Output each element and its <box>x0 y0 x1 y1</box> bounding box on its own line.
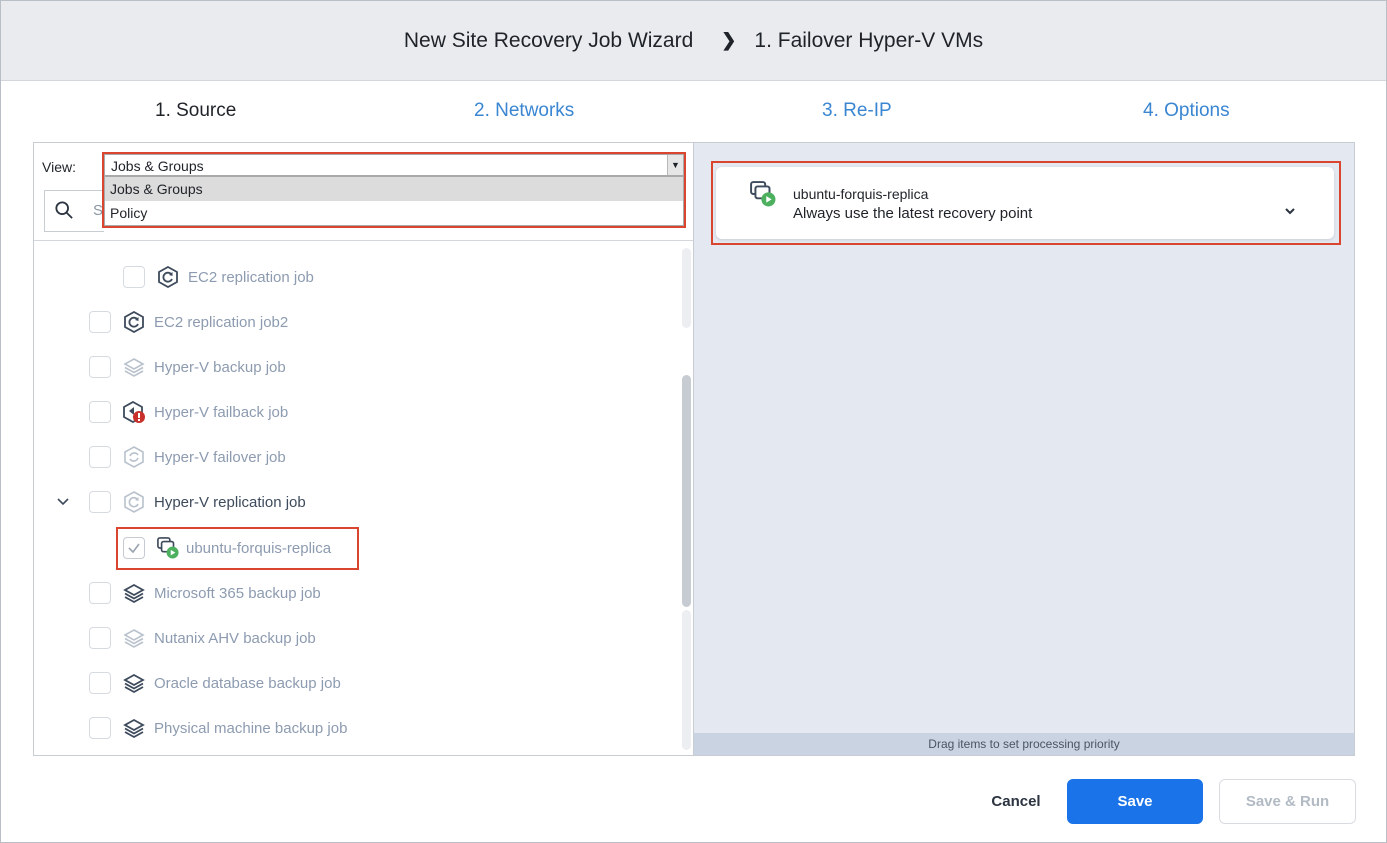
failover-job-icon <box>124 446 144 468</box>
backup-job-icon <box>123 583 145 604</box>
wizard-steps: 1. Source 2. Networks 3. Re-IP 4. Option… <box>0 90 1387 134</box>
tree-row[interactable]: Hyper-V failover job <box>89 435 286 479</box>
drag-hint: Drag items to set processing priority <box>694 733 1354 755</box>
failback-job-error-icon <box>123 401 145 423</box>
checkbox[interactable] <box>89 401 111 423</box>
tree-row[interactable]: Physical machine backup job <box>89 706 347 750</box>
backup-job-icon <box>123 358 145 377</box>
tree-row[interactable]: Oracle database backup job <box>89 661 341 705</box>
tree-row-label: Physical machine backup job <box>154 719 348 737</box>
step-source[interactable]: 1. Source <box>155 100 236 122</box>
chevron-down-icon[interactable]: ▼ <box>667 155 683 175</box>
step-options[interactable]: 4. Options <box>1143 100 1230 122</box>
breadcrumb-separator: ❯ <box>721 30 737 50</box>
view-select-value: Jobs & Groups <box>111 158 204 174</box>
search-input[interactable]: S <box>44 190 104 232</box>
cancel-button[interactable]: Cancel <box>970 779 1062 824</box>
checkbox[interactable] <box>123 266 145 288</box>
save-and-run-button[interactable]: Save & Run <box>1219 779 1356 824</box>
tree-row-label: Microsoft 365 backup job <box>154 584 321 602</box>
step-networks[interactable]: 2. Networks <box>474 100 574 122</box>
scrollbar-track <box>682 610 691 750</box>
tree-row-label: Hyper-V failover job <box>154 448 286 466</box>
replication-job-icon <box>124 311 144 333</box>
checkbox[interactable] <box>89 717 111 739</box>
backup-job-icon <box>123 629 145 648</box>
backup-job-icon <box>123 718 145 739</box>
save-button[interactable]: Save <box>1067 779 1203 824</box>
tree-row[interactable]: Hyper-V failback job <box>89 390 288 434</box>
tree-row-selected-vm[interactable]: ubuntu-forquis-replica <box>123 526 331 570</box>
scrollbar-track <box>682 248 691 328</box>
checkbox[interactable] <box>89 311 111 333</box>
view-options-list: Jobs & Groups Policy <box>104 176 684 226</box>
wizard-header: New Site Recovery Job Wizard ❯ 1. Failov… <box>1 1 1386 81</box>
job-tree: EC2 replication job EC2 replication job2… <box>34 241 679 755</box>
checkbox[interactable] <box>89 582 111 604</box>
selected-vm-name: ubuntu-forquis-replica <box>793 186 929 202</box>
checkbox[interactable] <box>89 446 111 468</box>
checkbox[interactable] <box>89 491 111 513</box>
wizard-title: New Site Recovery Job Wizard <box>403 28 694 52</box>
recovery-point-setting: Always use the latest recovery point <box>793 205 1033 222</box>
view-select[interactable]: Jobs & Groups ▼ <box>104 154 684 176</box>
tree-row[interactable]: EC2 replication job <box>123 255 314 299</box>
tree-row-label: Hyper-V replication job <box>154 493 306 511</box>
vm-replica-running-icon <box>157 537 179 559</box>
checkbox-checked[interactable] <box>123 537 145 559</box>
vm-replica-running-icon <box>750 181 776 207</box>
tree-row-label: Hyper-V backup job <box>154 358 286 376</box>
tree-row[interactable]: EC2 replication job2 <box>89 300 288 344</box>
step-re-ip[interactable]: 3. Re-IP <box>822 100 892 122</box>
view-label: View: <box>42 159 76 175</box>
replication-job-icon <box>158 266 178 288</box>
tree-row-label: EC2 replication job <box>188 268 314 286</box>
checkmark-icon <box>128 543 140 554</box>
tree-row-label: EC2 replication job2 <box>154 313 289 331</box>
checkbox[interactable] <box>89 356 111 378</box>
chevron-down-icon[interactable] <box>1284 205 1296 217</box>
scrollbar-thumb[interactable] <box>682 375 691 607</box>
current-step-title: 1. Failover Hyper-V VMs <box>754 28 984 52</box>
view-option-jobs-groups[interactable]: Jobs & Groups <box>105 177 683 201</box>
search-icon <box>55 201 73 219</box>
tree-row[interactable]: Nutanix AHV backup job <box>89 616 316 660</box>
search-placeholder: S <box>93 202 104 219</box>
tree-row[interactable]: Microsoft 365 backup job <box>89 571 321 615</box>
tree-row-label: Nutanix AHV backup job <box>154 629 316 647</box>
tree-row-expanded[interactable]: Hyper-V replication job <box>57 480 306 524</box>
selected-vm-card[interactable]: ubuntu-forquis-replica Always use the la… <box>716 167 1334 239</box>
backup-job-icon <box>123 673 145 694</box>
checkbox[interactable] <box>89 627 111 649</box>
checkbox[interactable] <box>89 672 111 694</box>
tree-row-label: Oracle database backup job <box>154 674 341 692</box>
tree-row-label: Hyper-V failback job <box>154 403 289 421</box>
tree-row-label: ubuntu-forquis-replica <box>186 539 332 557</box>
view-option-policy[interactable]: Policy <box>105 201 683 225</box>
replication-job-icon <box>124 491 144 513</box>
chevron-down-icon[interactable] <box>56 495 70 509</box>
tree-row[interactable]: Hyper-V backup job <box>89 345 286 389</box>
